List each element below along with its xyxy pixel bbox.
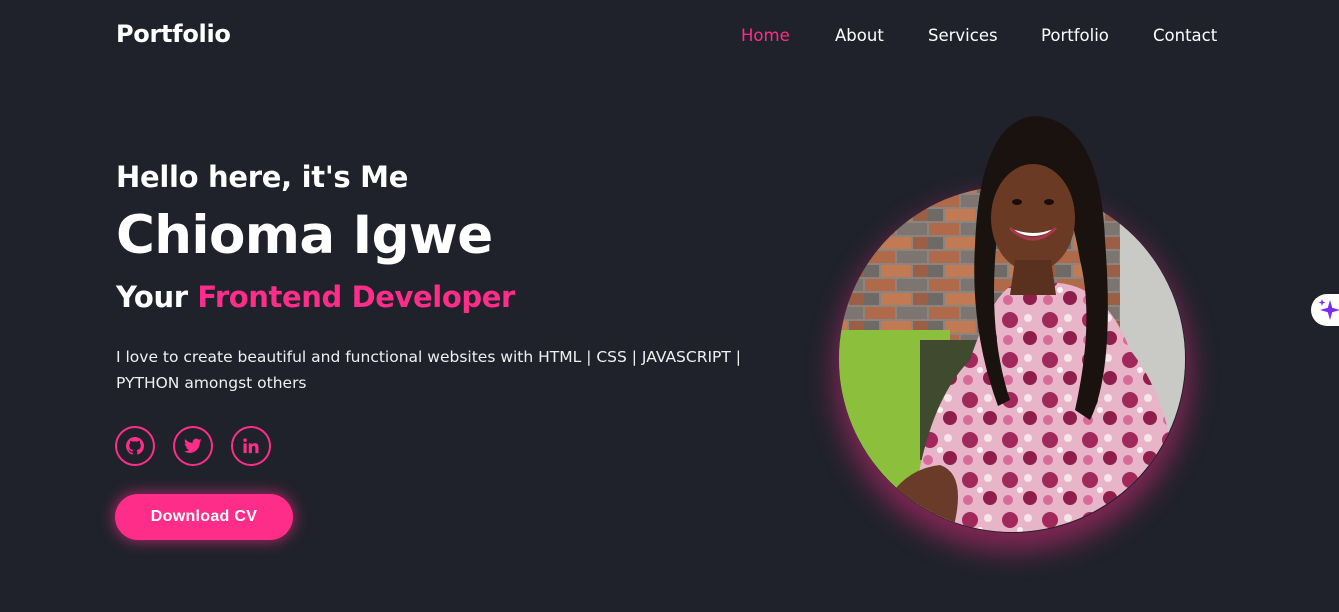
twitter-icon — [184, 438, 202, 453]
main-nav: Home About Services Portfolio Contact — [0, 26, 1339, 50]
twitter-link[interactable] — [173, 426, 213, 466]
download-cv-button[interactable]: Download CV — [115, 494, 293, 540]
github-link[interactable] — [115, 426, 155, 466]
nav-about[interactable]: About — [835, 26, 884, 45]
hero-greeting: Hello here, it's Me — [116, 160, 409, 194]
nav-contact[interactable]: Contact — [1153, 26, 1217, 45]
portfolio-page: Portfolio Home About Services Portfolio … — [0, 0, 1339, 612]
hero-role-prefix: Your — [116, 280, 198, 314]
nav-home[interactable]: Home — [741, 26, 790, 45]
nav-services[interactable]: Services — [928, 26, 998, 45]
assistant-badge[interactable] — [1311, 294, 1339, 326]
hero-description: I love to create beautiful and functiona… — [116, 348, 742, 392]
github-icon — [126, 437, 144, 455]
profile-photo — [839, 116, 1185, 532]
sparkle-icon — [1318, 299, 1339, 320]
hero-role: Your Frontend Developer — [116, 280, 515, 314]
hero-role-highlight: Frontend Developer — [197, 280, 515, 314]
hero-name: Chioma Igwe — [116, 205, 493, 266]
linkedin-link[interactable] — [231, 426, 271, 466]
linkedin-icon — [243, 438, 259, 454]
site-header: Portfolio Home About Services Portfolio … — [0, 0, 1339, 72]
nav-portfolio[interactable]: Portfolio — [1041, 26, 1109, 45]
